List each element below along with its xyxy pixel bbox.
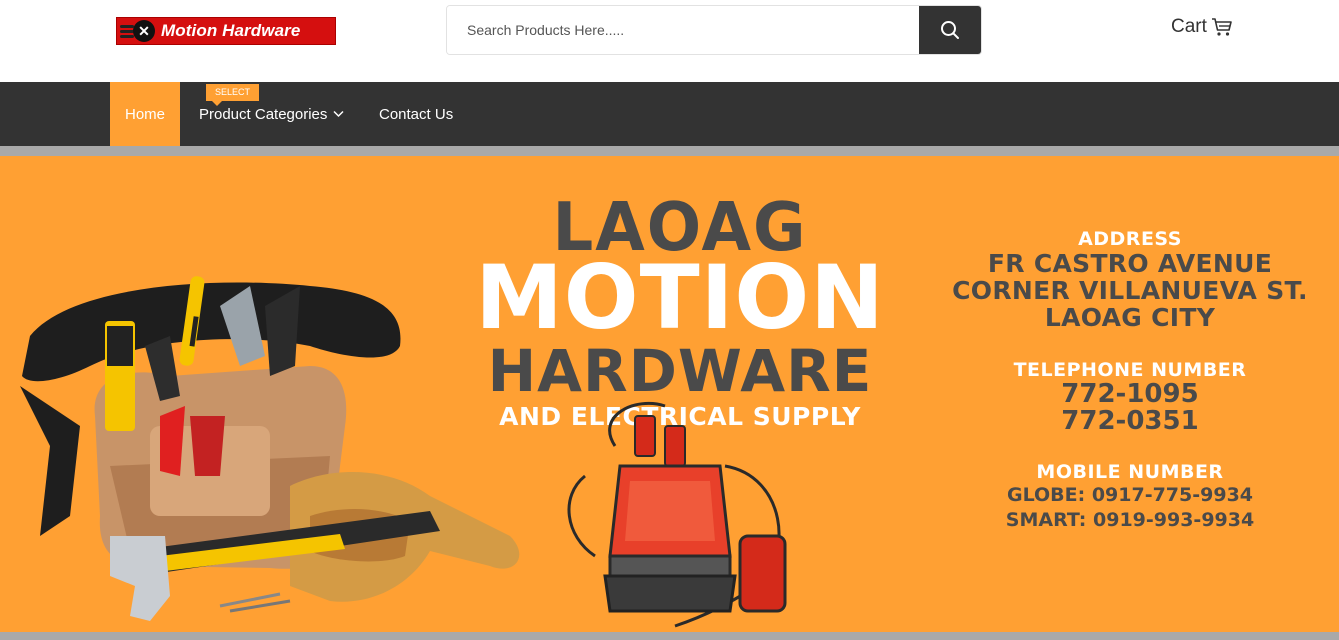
search-input[interactable] [447, 6, 919, 54]
title-laoag: LAOAG [552, 189, 808, 267]
logo-text: Motion Hardware [161, 21, 301, 40]
main-nav: Home Product Categories Contact Us [0, 82, 1339, 146]
store-contact-info: ADDRESS FR CASTRO AVENUE CORNER VILLANUE… [940, 228, 1320, 533]
mobile-smart: SMART: 0919-993-9934 [1005, 509, 1255, 531]
address-line-2: CORNER VILLANUEVA ST. [952, 276, 1308, 305]
logo-wheel-icon: ✕ [117, 17, 155, 45]
search-icon [941, 21, 959, 39]
search-bar [446, 5, 982, 55]
site-header: ✕ Motion Hardware Cart [0, 0, 1339, 82]
cart-icon [1211, 18, 1232, 36]
chevron-down-icon [333, 110, 344, 118]
search-button[interactable] [919, 6, 981, 54]
address-label: ADDRESS [1078, 228, 1182, 250]
banner-top-strip [0, 146, 1339, 156]
mobile-globe: GLOBE: 0917-775-9934 [1006, 484, 1254, 506]
water-pump-illustration [567, 401, 787, 628]
hero-banner: LAOAG MOTION HARDWARE AND ELECTRICAL SUP… [0, 156, 1339, 632]
cart-link[interactable]: Cart [1171, 16, 1233, 38]
telephone-label: TELEPHONE NUMBER [1013, 359, 1247, 381]
site-logo[interactable]: ✕ Motion Hardware [116, 17, 336, 45]
nav-categories-label: Product Categories [199, 105, 328, 123]
banner-bottom-strip [0, 632, 1339, 640]
tool-belt-illustration [20, 276, 520, 621]
nav-item-contact-us[interactable]: Contact Us [379, 82, 453, 146]
nav-home-label: Home [124, 105, 165, 123]
address-line-3: LAOAG CITY [1044, 303, 1216, 332]
mobile-label: MOBILE NUMBER [1036, 461, 1224, 483]
telephone-number-1: 772-1095 [1061, 379, 1199, 409]
nav-contact-label: Contact Us [379, 105, 454, 123]
telephone-number-2: 772-0351 [1061, 406, 1199, 436]
nav-item-home[interactable]: Home [110, 82, 180, 146]
address-line-1: FR CASTRO AVENUE [987, 249, 1273, 278]
title-motion: MOTION [475, 246, 885, 349]
select-badge: SELECT [206, 84, 259, 106]
cart-label: Cart [1171, 16, 1207, 37]
